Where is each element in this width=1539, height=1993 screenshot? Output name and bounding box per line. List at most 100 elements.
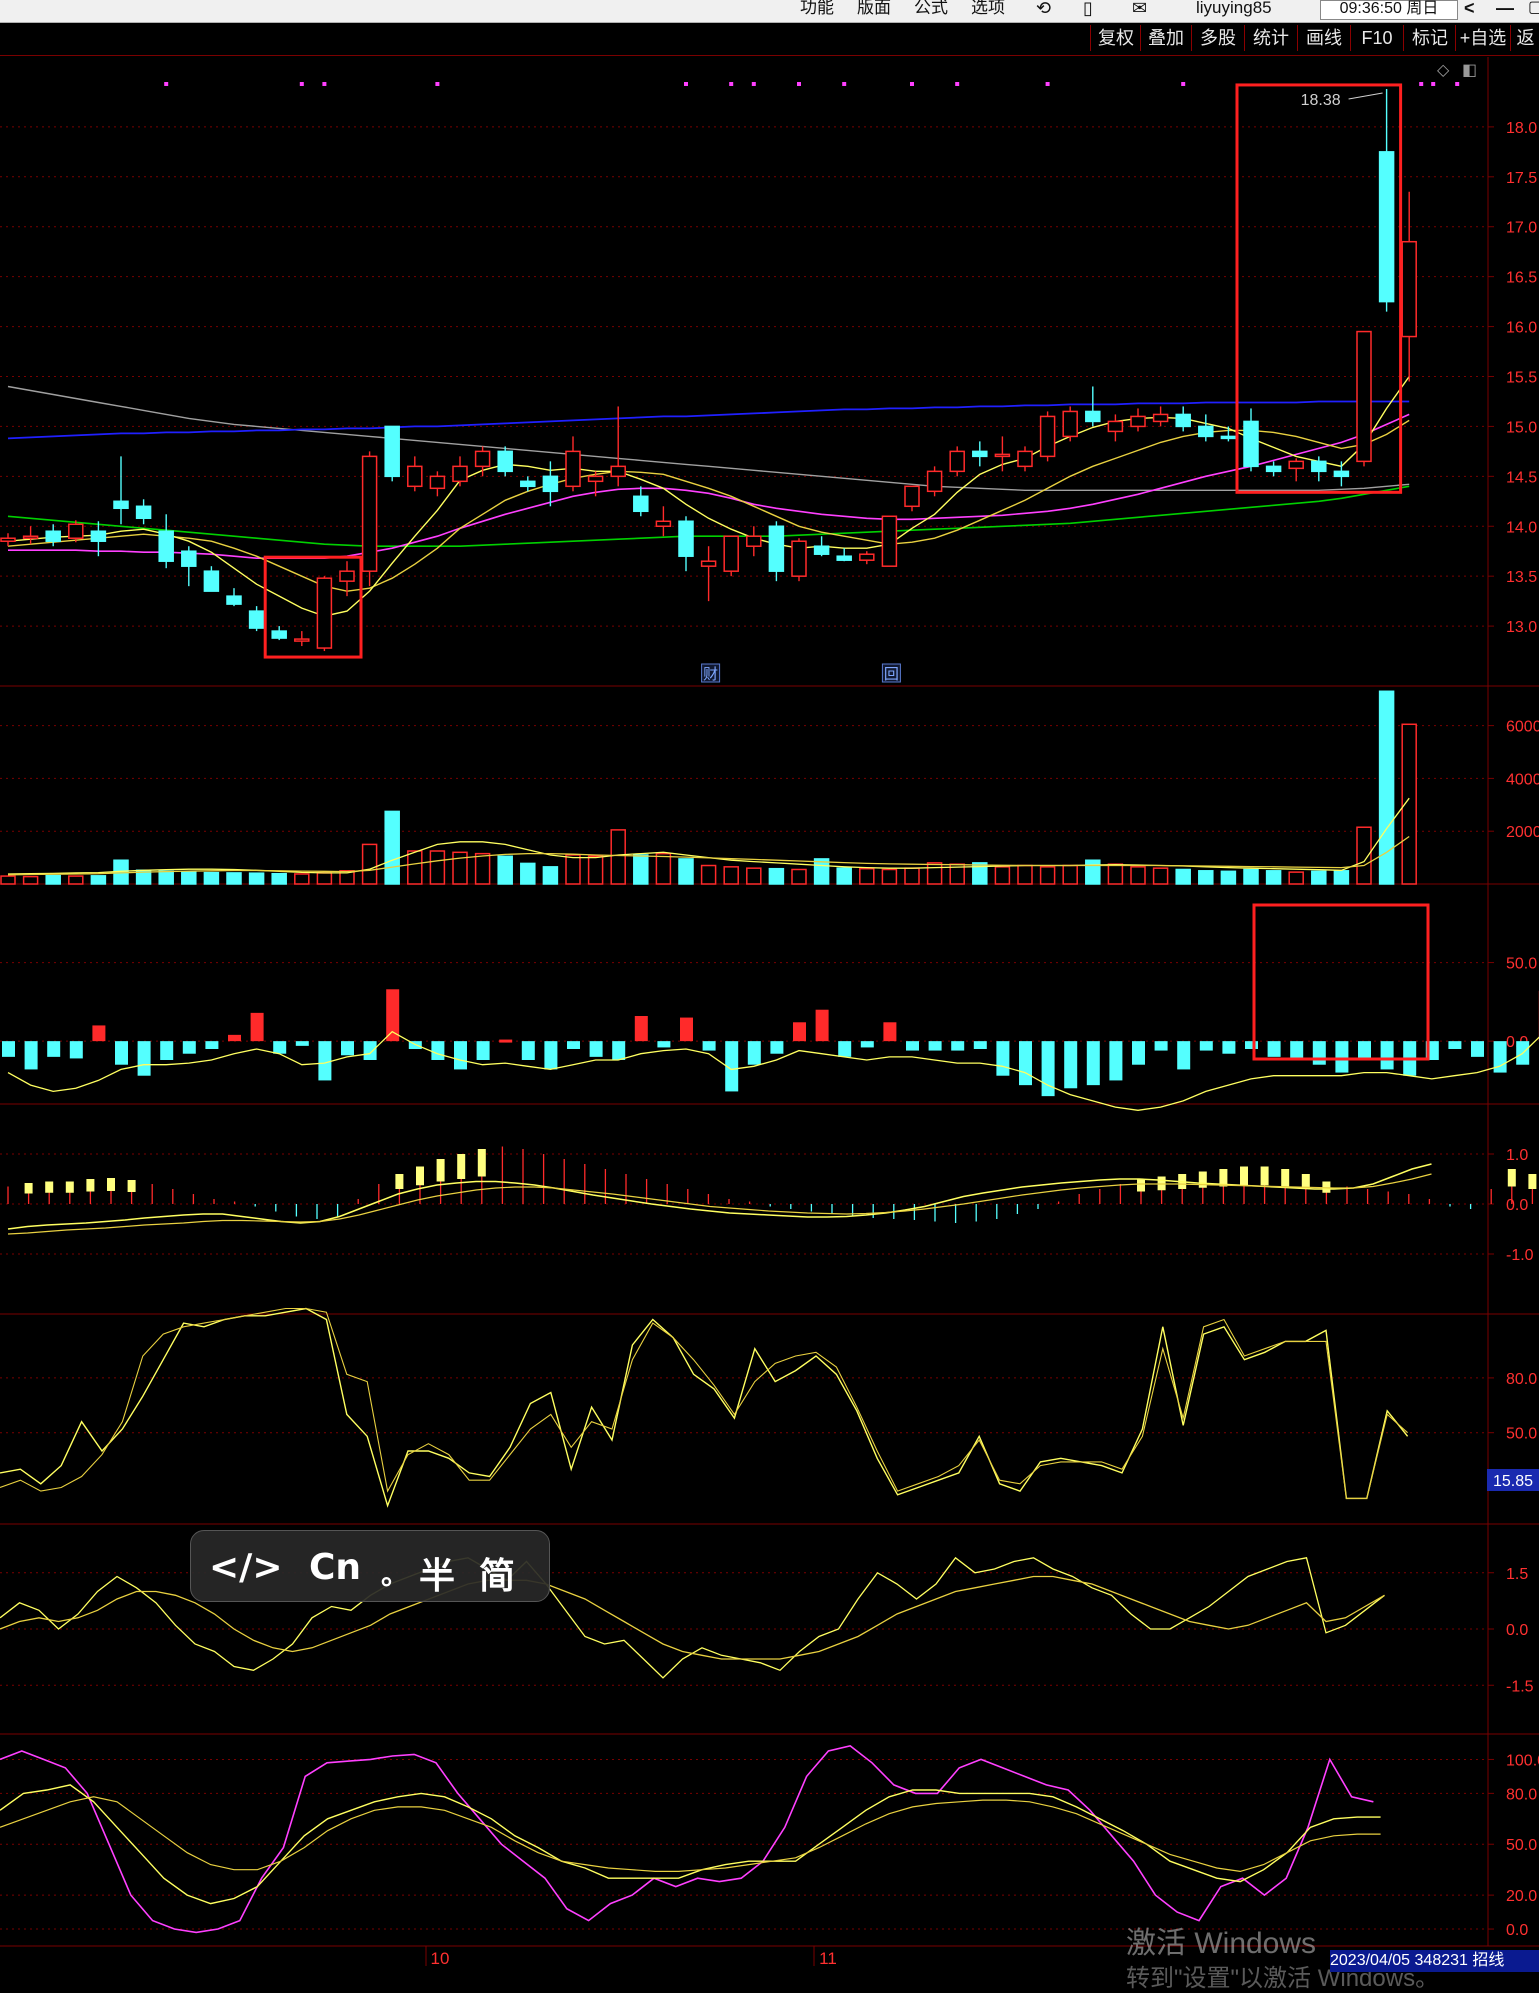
indicator1-bar [906,1041,919,1050]
volume-bar [1018,866,1032,884]
volume-bar [905,868,919,884]
volume-bar [702,866,716,884]
ime-punctuation-toggle[interactable]: 。 [381,1553,409,1593]
volume-bar [69,876,83,884]
indicator2-bar [1240,1167,1248,1186]
candle-body [1334,471,1348,476]
ime-toolbar[interactable]: </> Cn 。 半 简 [190,1530,550,1602]
event-marker-dot [910,82,914,86]
candle-body [204,571,218,591]
toolbar-overlay-button[interactable]: 叠加 [1140,25,1191,51]
candle-body [611,466,625,476]
back-arrow-icon[interactable]: < [1464,0,1475,22]
price-tick-label: 13.5 [1506,569,1537,586]
volume-bar [860,869,874,884]
indicator1-bar [544,1041,557,1069]
volume-bar [1176,869,1190,884]
toolbar-multistock-button[interactable]: 多股 [1191,25,1244,51]
candle-body [1380,152,1394,302]
indicator1-bar [296,1041,309,1046]
volume-bar [272,874,286,884]
indicator1-bar [47,1041,60,1057]
toolbar-mark-button[interactable]: 标记 [1403,25,1456,51]
indicator2-bar [66,1182,74,1193]
candle-body [928,471,942,491]
stock-chart[interactable]: 18.017.517.016.516.015.515.014.514.013.5… [0,0,1539,1974]
candle-body [114,501,128,508]
indicator2-bar [1528,1174,1536,1189]
indicator2-tick-label: -1.0 [1506,1247,1534,1264]
event-badge-label: 财 [703,666,718,683]
indicator1-bar [92,1025,105,1041]
indicator1-line [8,1002,1539,1110]
toolbar-return-button[interactable]: 返回 [1510,25,1539,51]
indicator2-bar [457,1154,465,1179]
phone-icon[interactable]: ▯ [1083,0,1093,22]
indicator1-bar [883,1022,896,1041]
candle-body [792,541,806,576]
candle-body [566,451,580,486]
candle-body [340,571,354,581]
menu-options[interactable]: 选项 [971,0,1005,22]
toolbar-f10-button[interactable]: F10 [1350,25,1403,51]
candle-body [815,546,829,554]
candle-body [634,496,648,511]
menu-formula[interactable]: 公式 [914,0,948,22]
indicator1-bar [748,1041,761,1065]
ma30-line [8,486,1409,546]
event-marker-dot [684,82,688,86]
candle-body [1176,414,1190,426]
toolbar-watchlist-button[interactable]: +自选 [1455,25,1510,51]
max-price-arrow [1349,93,1383,99]
volume-bar [295,874,309,884]
indicator1-bar [703,1041,716,1050]
ime-language-toggle[interactable]: Cn [309,1547,361,1588]
event-marker-dot [435,82,439,86]
volume-bar [679,859,693,884]
indicator1-bar [1381,1041,1394,1069]
volume-bar [747,868,761,884]
volume-bar [566,855,580,884]
candle-body [995,454,1009,456]
volume-bar [769,869,783,884]
candle-body [679,521,693,556]
ime-code-icon[interactable]: </> [209,1547,282,1588]
window-icon[interactable]: ▢ [1528,0,1539,22]
indicator1-bar [70,1041,83,1058]
username-label: liyuying85 [1196,0,1272,22]
toolbar-stats-button[interactable]: 统计 [1244,25,1297,51]
volume-bar [995,867,1009,884]
panel-toggle-icon[interactable]: ◧ [1462,60,1477,80]
indicator1-bar [1019,1041,1032,1085]
diamond-icon[interactable]: ◇ [1437,60,1449,80]
minimize-icon[interactable]: — [1496,0,1514,22]
candle-body [498,451,512,471]
event-marker-dot [752,82,756,86]
top-menu-bar: 功能 版面 公式 选项 ⟲ ▯ ✉ liyuying85 09:36:50 周日… [0,0,1539,23]
volume-bar [792,869,806,884]
indicator1-bar [2,1041,15,1057]
ime-simplified-toggle[interactable]: 简 [479,1547,515,1599]
candle-body [1108,421,1122,431]
indicator1-bar [590,1041,603,1057]
candle-body [1063,411,1077,436]
indicator1-bar [318,1041,331,1080]
candle-body [317,578,331,648]
candle-body [860,554,874,560]
menu-layout[interactable]: 版面 [857,0,891,22]
refresh-icon[interactable]: ⟲ [1036,0,1051,22]
indicator1-bar [929,1041,942,1050]
indicator1-bar [1335,1041,1348,1072]
mail-icon[interactable]: ✉ [1132,0,1147,22]
indicator2-bar [1158,1177,1166,1191]
indicator1-bar [1471,1041,1484,1057]
highlight-box [1254,905,1428,1059]
menu-function[interactable]: 功能 [800,0,834,22]
ime-width-toggle[interactable]: 半 [419,1547,455,1599]
toolbar-rights-button[interactable]: 复权 [1090,25,1141,51]
volume-bar [159,871,173,884]
indicator1-bar [454,1041,467,1069]
candle-body [1312,461,1326,471]
indicator2-bar [1137,1179,1145,1192]
toolbar-draw-button[interactable]: 画线 [1297,25,1350,51]
